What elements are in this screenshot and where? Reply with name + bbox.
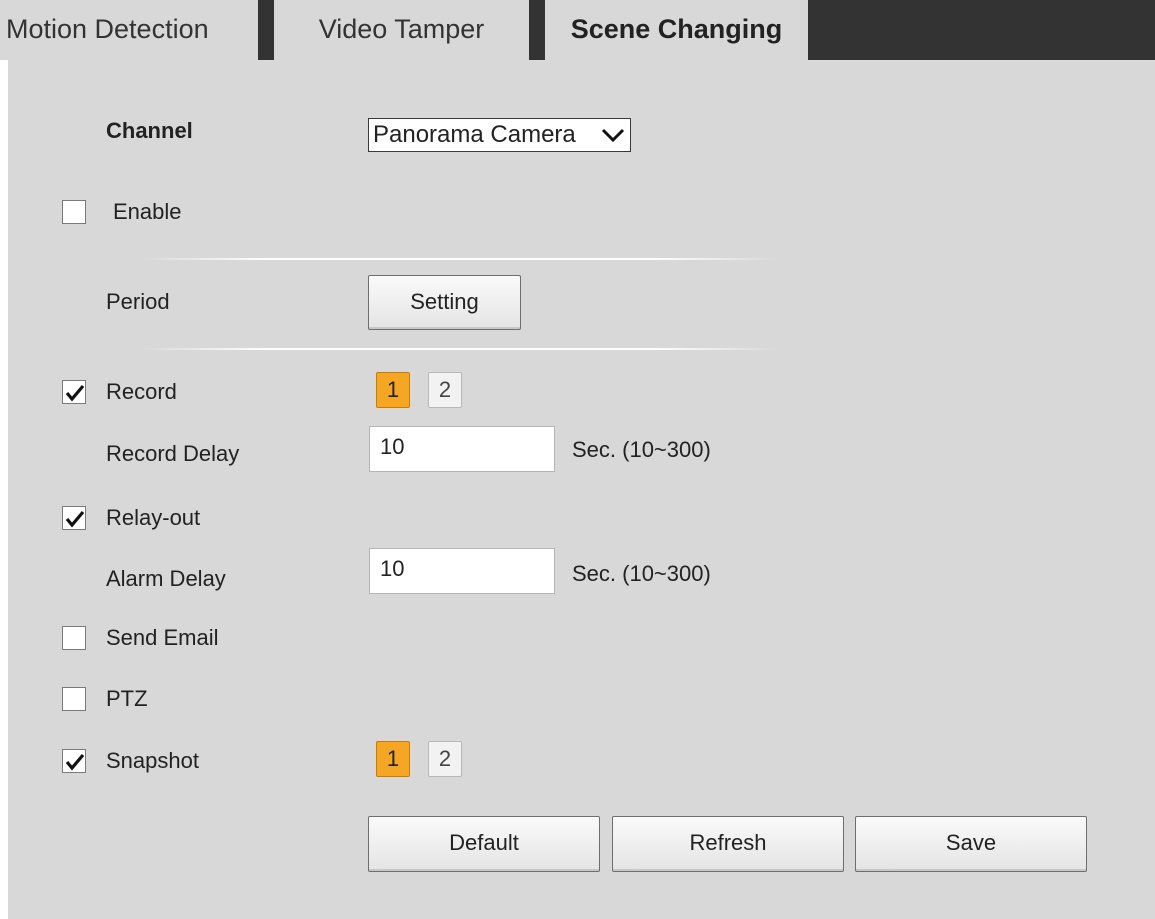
record-delay-unit: Sec. (10~300)	[572, 437, 711, 462]
tab-motion-detection[interactable]: Motion Detection	[0, 0, 258, 60]
checkmark-icon	[65, 753, 85, 771]
tab-separator	[258, 0, 274, 60]
snapshot-label: Snapshot	[106, 748, 199, 773]
alarm-delay-label: Alarm Delay	[106, 566, 226, 591]
ptz-checkbox[interactable]	[62, 687, 86, 711]
checkmark-icon	[65, 384, 85, 402]
tab-video-tamper[interactable]: Video Tamper	[274, 0, 529, 60]
tab-separator	[529, 0, 545, 60]
send-email-checkbox[interactable]	[62, 626, 86, 650]
record-channel-2[interactable]: 2	[428, 372, 462, 408]
divider	[140, 258, 780, 260]
refresh-button[interactable]: Refresh	[612, 816, 844, 872]
divider	[140, 348, 780, 350]
alarm-delay-input[interactable]: 10	[369, 548, 555, 594]
checkmark-icon	[65, 510, 85, 528]
ptz-label: PTZ	[106, 686, 148, 711]
snapshot-channel-1[interactable]: 1	[376, 741, 410, 777]
record-delay-input[interactable]: 10	[369, 426, 555, 472]
channel-label: Channel	[106, 118, 193, 143]
tab-bar: Motion Detection Video Tamper Scene Chan…	[0, 0, 1155, 60]
period-label: Period	[106, 289, 170, 314]
chevron-down-icon	[601, 128, 625, 143]
record-delay-label: Record Delay	[106, 441, 240, 466]
send-email-label: Send Email	[106, 625, 219, 650]
relay-out-checkbox[interactable]	[62, 506, 86, 530]
snapshot-checkbox[interactable]	[62, 749, 86, 773]
default-button[interactable]: Default	[368, 816, 600, 872]
save-button[interactable]: Save	[855, 816, 1087, 872]
enable-label: Enable	[113, 199, 182, 224]
enable-checkbox[interactable]	[62, 200, 86, 224]
record-channel-1[interactable]: 1	[376, 372, 410, 408]
tab-bar-filler	[808, 0, 1155, 60]
channel-select-value: Panorama Camera	[373, 121, 576, 148]
record-label: Record	[106, 379, 177, 404]
alarm-delay-unit: Sec. (10~300)	[572, 561, 711, 586]
record-checkbox[interactable]	[62, 380, 86, 404]
settings-panel	[0, 60, 1155, 919]
period-setting-button[interactable]: Setting	[368, 275, 521, 330]
snapshot-channel-2[interactable]: 2	[428, 741, 462, 777]
tab-scene-changing[interactable]: Scene Changing	[545, 0, 808, 60]
channel-select[interactable]: Panorama Camera	[368, 118, 631, 152]
relay-out-label: Relay-out	[106, 505, 201, 530]
